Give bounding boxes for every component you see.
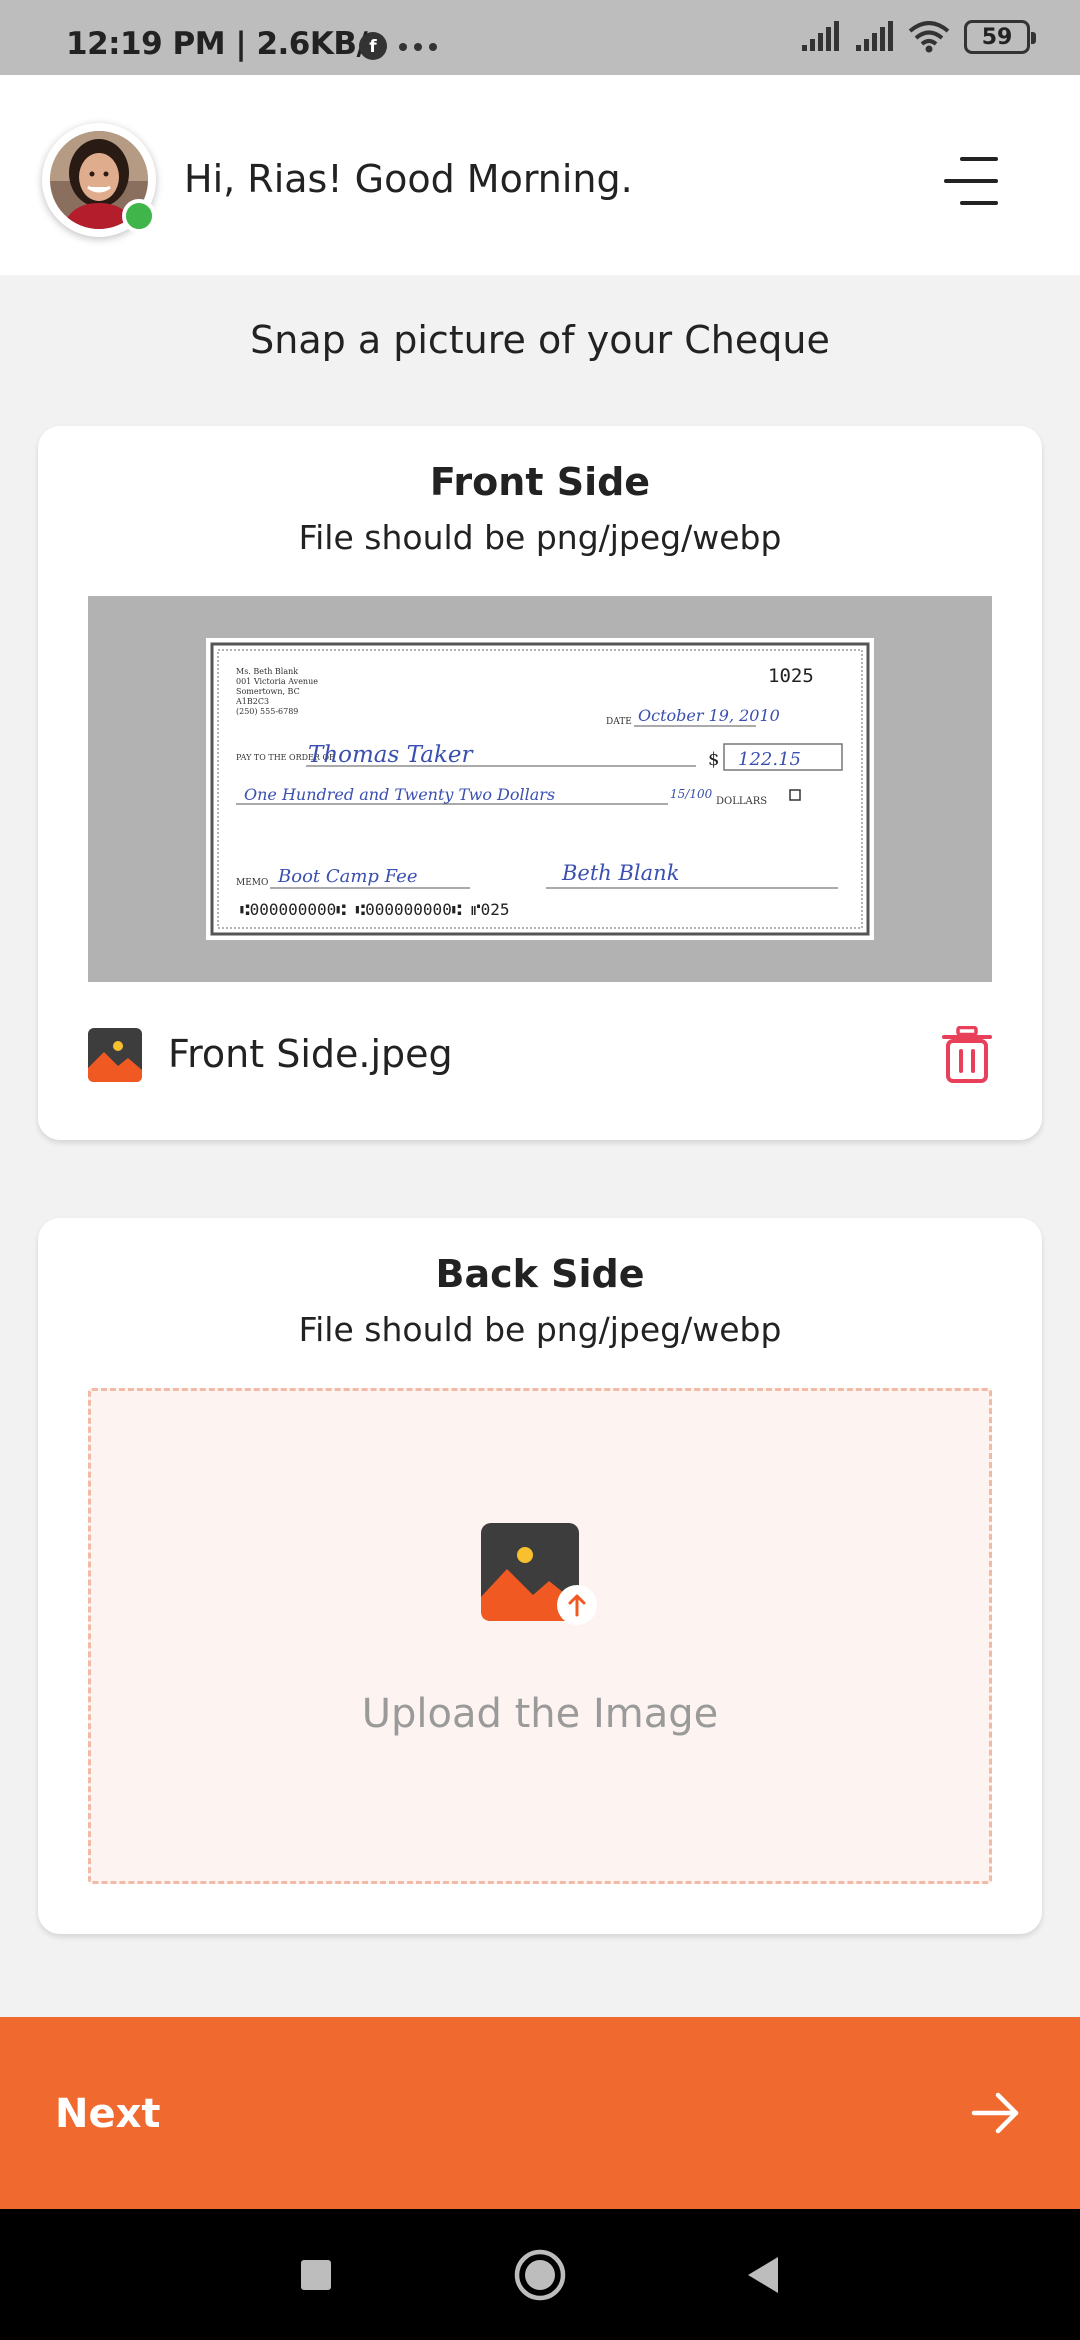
cheque-payee: Thomas Taker [308, 742, 474, 768]
recents-icon[interactable] [288, 2247, 344, 2303]
cheque-cents: 15/100 [670, 787, 713, 801]
signal-2-icon [856, 21, 893, 51]
system-nav-bar [0, 2209, 1080, 2340]
cheque-address-2: 001 Victoria Avenue [236, 677, 318, 686]
status-bar: 12:19 PM | 2.6KB/s f 59 [0, 0, 1080, 75]
page-title: Snap a picture of your Cheque [250, 318, 830, 362]
back-icon[interactable] [736, 2247, 792, 2303]
cheque-memo-label: MEMO [236, 878, 268, 888]
cheque-amount: 122.15 [738, 749, 801, 770]
cheque-address-5: (250) 555-6789 [236, 707, 298, 716]
cheque-image: Ms. Beth Blank 001 Victoria Avenue Somer… [206, 638, 874, 940]
front-file-name: Front Side.jpeg [168, 1032, 453, 1076]
front-image-preview[interactable]: Ms. Beth Blank 001 Victoria Avenue Somer… [88, 596, 992, 982]
image-file-icon [88, 1028, 142, 1082]
back-side-title: Back Side [435, 1252, 645, 1296]
cheque-number: 1025 [768, 665, 814, 687]
trash-icon[interactable] [942, 1026, 992, 1084]
front-file-row: Front Side.jpeg [88, 1026, 992, 1086]
cheque-micr-line: ⑆000000000⑆ ⑆000000000⑆ ⑈025 [240, 900, 510, 919]
battery-indicator: 59 [964, 20, 1036, 54]
menu-icon[interactable] [944, 152, 1002, 210]
arrow-right-icon [971, 2092, 1019, 2134]
front-side-title: Front Side [429, 460, 651, 504]
front-side-format-hint: File should be png/jpeg/webp [298, 518, 782, 557]
next-button[interactable]: Next [0, 2017, 1080, 2209]
cheque-address-3: Somertown, BC [236, 687, 300, 696]
signal-icon [802, 21, 839, 51]
greeting-text: Hi, Rias! Good Morning. [184, 157, 633, 201]
online-status-dot [122, 199, 156, 233]
home-icon[interactable] [512, 2247, 568, 2303]
cheque-date-label: DATE [606, 717, 632, 727]
cheque-memo: Boot Camp Fee [277, 866, 417, 887]
cheque-dollars-label: DOLLARS [716, 796, 767, 807]
back-side-card: Back Side File should be png/jpeg/webp U… [38, 1218, 1042, 1934]
svg-text:f: f [369, 37, 377, 57]
upload-text: Upload the Image [361, 1691, 719, 1737]
image-upload-icon [481, 1523, 597, 1625]
svg-text:$: $ [708, 749, 719, 770]
front-side-card: Front Side File should be png/jpeg/webp … [38, 426, 1042, 1140]
status-time: 12:19 PM | 2.6KB/s [66, 26, 386, 62]
cheque-address-1: Ms. Beth Blank [236, 667, 298, 676]
cheque-address-4: A1B2C3 [235, 697, 269, 706]
upload-dropzone[interactable]: Upload the Image [88, 1388, 992, 1884]
cheque-drawing: Ms. Beth Blank 001 Victoria Avenue Somer… [210, 642, 870, 936]
wifi-icon [908, 21, 950, 53]
app-header: Hi, Rias! Good Morning. [0, 75, 1080, 275]
cheque-signature: Beth Blank [561, 861, 679, 885]
avatar[interactable] [42, 123, 156, 237]
battery-level: 59 [981, 24, 1013, 50]
back-side-format-hint: File should be png/jpeg/webp [298, 1310, 782, 1349]
cheque-amount-words: One Hundred and Twenty Two Dollars [244, 785, 555, 804]
next-label: Next [55, 2091, 161, 2137]
status-indicators: 59 [800, 20, 1036, 54]
cheque-date: October 19, 2010 [638, 706, 780, 725]
app-notification-icon: f [359, 32, 387, 60]
more-notifications-icon [399, 43, 437, 51]
